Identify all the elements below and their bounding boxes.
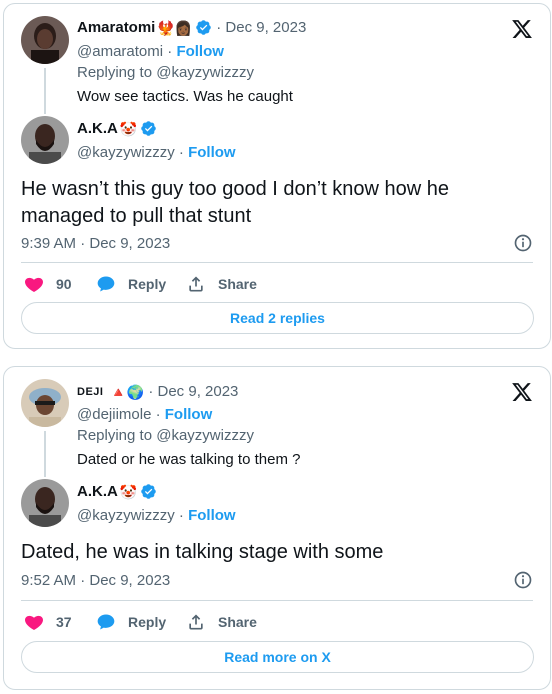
heart-icon	[25, 615, 43, 630]
author-name[interactable]: A.K.A	[77, 120, 118, 137]
divider	[21, 600, 533, 601]
author-emojis: 🔺🌍	[109, 383, 145, 400]
avatar[interactable]	[21, 16, 69, 64]
tweet-text: Dated, he was in talking stage with some	[21, 541, 384, 563]
follow-button[interactable]: Follow	[188, 507, 236, 524]
author-emojis: 🐦‍🔥👩🏾	[157, 19, 193, 36]
replying-to[interactable]: Replying to @kayzywizzzy	[77, 64, 254, 81]
tweet-card[interactable]: Amaratomi 🐦‍🔥👩🏾 · Dec 9, 2023 @amaratomi…	[3, 3, 551, 349]
author-handle[interactable]: @amaratomi	[77, 43, 163, 60]
author-row: Amaratomi 🐦‍🔥👩🏾 · Dec 9, 2023	[77, 19, 306, 36]
like-button[interactable]: 37	[24, 612, 72, 632]
verified-badge-icon	[141, 121, 157, 136]
like-count: 37	[56, 614, 72, 630]
reply-button[interactable]: Reply	[96, 612, 166, 632]
x-logo-icon[interactable]	[511, 381, 533, 403]
avatar[interactable]	[21, 379, 69, 427]
author-emojis: 🤡	[119, 483, 138, 500]
heart-icon	[25, 277, 43, 292]
tweet-date[interactable]: · Dec 9, 2023	[148, 383, 238, 400]
share-button[interactable]: Share	[186, 274, 257, 294]
thread-line	[44, 68, 46, 114]
author-handle[interactable]: @kayzywizzzy	[77, 144, 175, 161]
handle-row: @dejiimole · Follow	[77, 406, 212, 423]
divider	[21, 262, 533, 263]
info-icon[interactable]	[513, 233, 533, 253]
author-row: A.K.A 🤡	[77, 120, 157, 137]
x-logo-icon[interactable]	[511, 18, 533, 40]
follow-button[interactable]: Follow	[165, 406, 213, 423]
reply-label: Reply	[128, 614, 167, 630]
handle-row: @kayzywizzzy · Follow	[77, 507, 236, 524]
replying-to[interactable]: Replying to @kayzywizzzy	[77, 427, 254, 444]
quoted-tweet-text: Dated or he was talking to them ?	[77, 451, 301, 468]
reply-label: Reply	[128, 276, 167, 292]
handle-separator: ·	[178, 507, 189, 524]
like-count: 90	[56, 276, 72, 292]
speech-bubble-icon	[97, 614, 115, 630]
info-icon[interactable]	[513, 570, 533, 590]
speech-bubble-icon	[97, 276, 115, 292]
quoted-tweet-text: Wow see tactics. Was he caught	[77, 88, 293, 105]
avatar[interactable]	[21, 116, 69, 164]
author-handle[interactable]: @kayzywizzzy	[77, 507, 175, 524]
author-handle[interactable]: @dejiimole	[77, 406, 151, 423]
handle-separator: ·	[178, 144, 189, 161]
share-upload-icon	[189, 276, 203, 292]
share-upload-icon	[189, 614, 203, 630]
read-more-button[interactable]: Read more on X	[21, 641, 534, 673]
share-label: Share	[218, 276, 257, 292]
handle-separator: ·	[155, 406, 165, 423]
handle-row: @amaratomi · Follow	[77, 43, 224, 60]
author-emojis: 🤡	[119, 120, 138, 137]
tweet-card[interactable]: DEJI 🔺🌍 · Dec 9, 2023 @dejiimole · Follo…	[3, 366, 551, 690]
follow-button[interactable]: Follow	[176, 43, 224, 60]
verified-badge-icon	[141, 484, 157, 499]
like-button[interactable]: 90	[24, 274, 72, 294]
verified-badge-icon	[196, 20, 211, 35]
thread-line	[44, 431, 46, 477]
tweet-timestamp[interactable]: 9:52 AM · Dec 9, 2023	[21, 572, 170, 589]
share-label: Share	[218, 614, 257, 630]
tweet-timestamp[interactable]: 9:39 AM · Dec 9, 2023	[21, 235, 170, 252]
reply-button[interactable]: Reply	[96, 274, 166, 294]
author-row: A.K.A 🤡	[77, 483, 157, 500]
read-replies-button[interactable]: Read 2 replies	[21, 302, 534, 334]
avatar[interactable]	[21, 479, 69, 527]
share-button[interactable]: Share	[186, 612, 257, 632]
tweet-text: He wasn’t this guy too good I don’t know…	[21, 178, 450, 227]
author-name[interactable]: Amaratomi	[77, 19, 155, 36]
author-name[interactable]: DEJI	[77, 386, 103, 398]
follow-button[interactable]: Follow	[188, 144, 236, 161]
handle-row: @kayzywizzzy · Follow	[77, 144, 236, 161]
author-name[interactable]: A.K.A	[77, 483, 118, 500]
author-row: DEJI 🔺🌍 · Dec 9, 2023	[77, 383, 238, 400]
tweet-date[interactable]: · Dec 9, 2023	[216, 19, 306, 36]
